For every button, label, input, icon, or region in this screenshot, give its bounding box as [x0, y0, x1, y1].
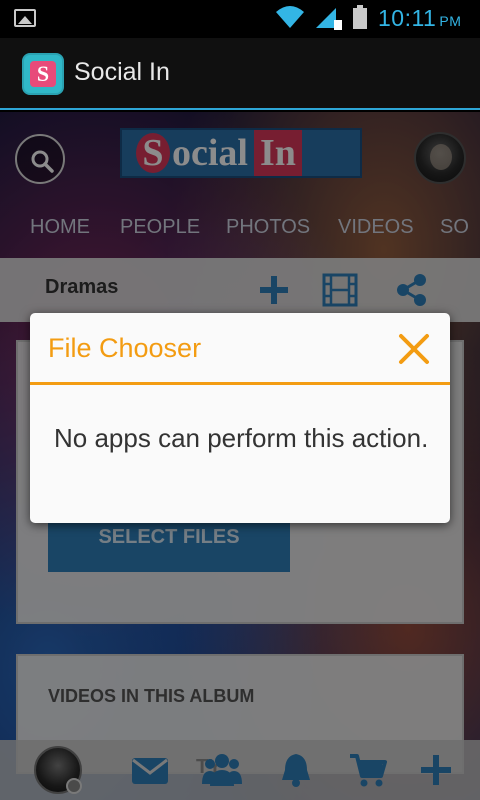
close-button[interactable]	[396, 331, 432, 367]
dialog-header: File Chooser	[30, 313, 450, 385]
signal-icon	[316, 8, 342, 30]
status-bar: 10:11 PM	[0, 0, 480, 38]
app-title: Social In	[74, 58, 170, 86]
battery-icon	[353, 5, 367, 29]
picture-icon	[14, 9, 36, 27]
dialog-message: No apps can perform this action.	[54, 423, 429, 453]
dialog-title: File Chooser	[48, 333, 202, 363]
app-logo-icon[interactable]: S	[22, 53, 64, 95]
clock: 10:11 PM	[378, 5, 462, 31]
file-chooser-dialog: File Chooser No apps can perform this ac…	[30, 313, 450, 523]
wifi-icon	[276, 6, 304, 28]
action-bar: S Social In	[0, 38, 480, 110]
close-icon	[399, 334, 429, 364]
